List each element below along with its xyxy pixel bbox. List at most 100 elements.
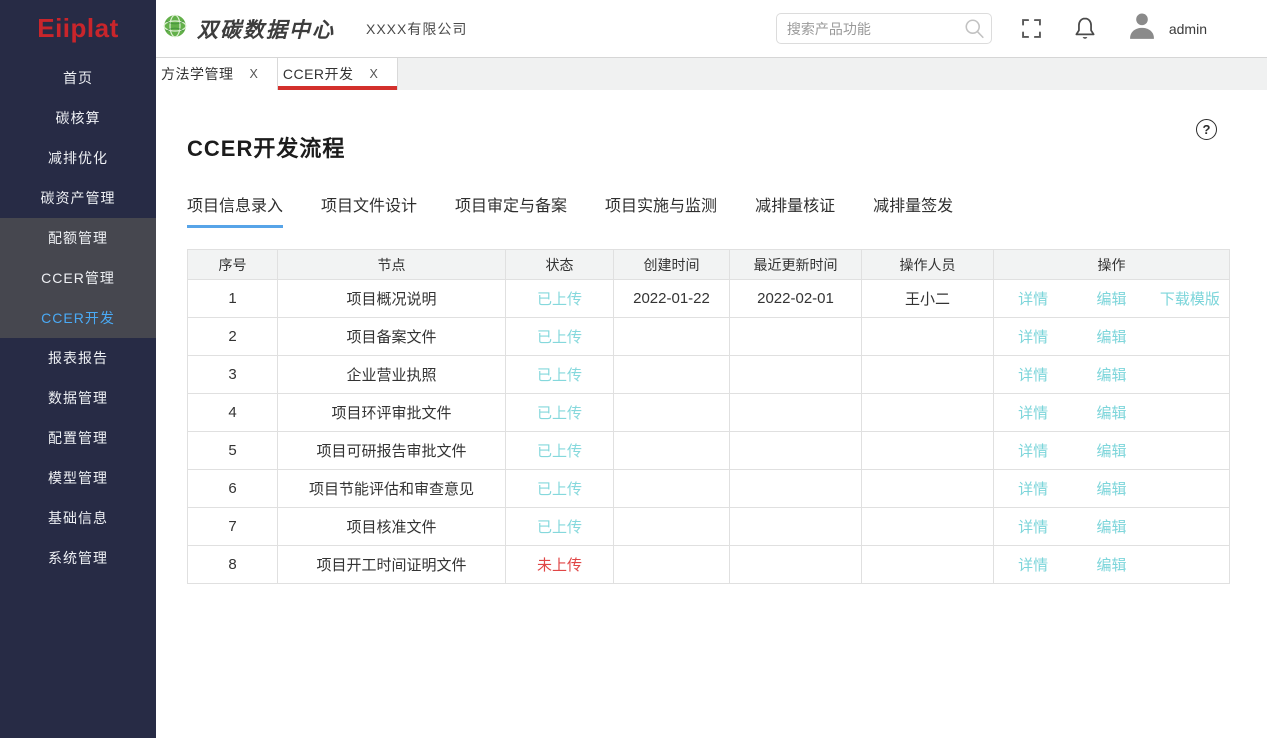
table-row: 2项目备案文件已上传详情编辑 [188,318,1230,356]
table-row: 6项目节能评估和审查意见已上传详情编辑 [188,470,1230,508]
action-edit[interactable]: 编辑 [1096,367,1126,384]
actions-grid: 详情 编辑 [994,364,1229,385]
cell-created [614,394,730,432]
action-edit[interactable]: 编辑 [1096,481,1126,498]
action-slot: 下载模版 [1151,288,1229,309]
actions-grid: 详情 编辑 [994,326,1229,347]
window-tab-methodology-management[interactable]: 方法学管理X [156,58,278,90]
cell-updated [730,508,862,546]
cell-actions: 详情 编辑 下载模版 [994,280,1230,318]
actions-grid: 详情 编辑 [994,440,1229,461]
column-header: 状态 [506,250,614,280]
cell-created [614,356,730,394]
action-edit[interactable]: 编辑 [1096,291,1126,308]
window-tab-strip: 方法学管理XCCER开发 X [156,57,1267,90]
status-badge: 已上传 [537,367,582,384]
action-slot: 编辑 [1072,326,1150,347]
process-tab-project-implementation-monitoring[interactable]: 项目实施与监测 [605,192,717,228]
action-detail[interactable]: 详情 [1018,443,1048,460]
process-tab-project-info-entry[interactable]: 项目信息录入 [187,192,283,228]
action-edit[interactable]: 编辑 [1096,443,1126,460]
sidebar: Eiiplat 首页碳核算减排优化碳资产管理配额管理CCER管理CCER开发报表… [0,0,156,738]
action-detail[interactable]: 详情 [1018,291,1048,308]
column-header: 操作 [994,250,1230,280]
action-edit[interactable]: 编辑 [1096,519,1126,536]
table-row: 8项目开工时间证明文件 未上传 详情 编辑 [188,546,1230,584]
cell-status: 已上传 [506,394,614,432]
sidebar-item-ccer-development[interactable]: CCER开发 [0,298,156,338]
fullscreen-icon[interactable] [1018,15,1045,42]
process-tab-project-document-design[interactable]: 项目文件设计 [321,192,417,228]
column-header: 最近更新时间 [730,250,862,280]
action-download-template[interactable]: 下载模版 [1160,291,1220,308]
cell-node: 项目开工时间证明文件 [278,546,506,584]
cell-node: 企业营业执照 [278,356,506,394]
cell-operator [862,470,994,508]
sidebar-item-ccer-management[interactable]: CCER管理 [0,258,156,298]
sidebar-item-model-management[interactable]: 模型管理 [0,458,156,498]
cell-node: 项目概况说明 [278,280,506,318]
cell-actions: 详情 编辑 [994,470,1230,508]
action-slot: 详情 [994,554,1072,575]
sidebar-item-basic-info[interactable]: 基础信息 [0,498,156,538]
sidebar-item-carbon-accounting[interactable]: 碳核算 [0,98,156,138]
sidebar-item-system-management[interactable]: 系统管理 [0,538,156,578]
cell-status: 已上传 [506,356,614,394]
action-slot: 详情 [994,288,1072,309]
topbar: 双碳数据中心 XXXX有限公司 [156,0,1267,57]
table-header-row: 序号节点状态创建时间最近更新时间操作人员操作 [188,250,1230,280]
process-tab-emission-reduction-issuance[interactable]: 减排量签发 [873,192,953,228]
cell-seq: 3 [188,356,278,394]
action-edit[interactable]: 编辑 [1096,405,1126,422]
cell-status: 未上传 [506,546,614,584]
sidebar-item-emission-reduction-optimization[interactable]: 减排优化 [0,138,156,178]
sidebar-item-reports[interactable]: 报表报告 [0,338,156,378]
cell-operator [862,546,994,584]
sidebar-item-config-management[interactable]: 配置管理 [0,418,156,458]
status-badge: 已上传 [537,443,582,460]
brand: 双碳数据中心 XXXX有限公司 [162,13,467,44]
process-tab-emission-reduction-verification[interactable]: 减排量核证 [755,192,835,228]
cell-created [614,432,730,470]
column-header: 创建时间 [614,250,730,280]
action-detail[interactable]: 详情 [1018,329,1048,346]
cell-seq: 8 [188,546,278,584]
sidebar-item-data-management[interactable]: 数据管理 [0,378,156,418]
table-body: 1项目概况说明已上传2022-01-222022-02-01王小二详情编辑下载模… [188,280,1230,584]
action-slot: 详情 [994,364,1072,385]
status-badge: 未上传 [537,557,582,574]
help-icon[interactable]: ? [1196,119,1217,140]
cell-updated [730,394,862,432]
cell-node: 项目核准文件 [278,508,506,546]
page-content: CCER开发流程 ? 项目信息录入项目文件设计项目审定与备案项目实施与监测减排量… [156,131,1267,584]
process-tab-project-review-filing[interactable]: 项目审定与备案 [455,192,567,228]
close-icon[interactable]: X [370,67,378,81]
action-slot: 详情 [994,440,1072,461]
action-detail[interactable]: 详情 [1018,405,1048,422]
search-input[interactable] [776,13,992,44]
main-area: 双碳数据中心 XXXX有限公司 [156,0,1267,738]
sidebar-item-carbon-asset-management[interactable]: 碳资产管理 [0,178,156,218]
user-menu[interactable]: admin [1125,9,1207,48]
action-edit[interactable]: 编辑 [1096,557,1126,574]
cell-updated [730,318,862,356]
sidebar-item-home[interactable]: 首页 [0,58,156,98]
action-detail[interactable]: 详情 [1018,481,1048,498]
sidebar-item-quota-management[interactable]: 配额管理 [0,218,156,258]
sidebar-nav: 首页碳核算减排优化碳资产管理配额管理CCER管理CCER开发报表报告数据管理配置… [0,58,156,578]
cell-created [614,470,730,508]
table-row: 1项目概况说明已上传2022-01-222022-02-01王小二详情编辑下载模… [188,280,1230,318]
cell-actions: 详情 编辑 [994,394,1230,432]
action-detail[interactable]: 详情 [1018,557,1048,574]
cell-updated [730,470,862,508]
action-slot: 编辑 [1072,554,1150,575]
action-edit[interactable]: 编辑 [1096,329,1126,346]
action-detail[interactable]: 详情 [1018,519,1048,536]
close-icon[interactable]: X [250,67,258,81]
window-tab-label: CCER开发 [283,64,354,84]
cell-seq: 4 [188,394,278,432]
window-tab-ccer-development[interactable]: CCER开发 X [278,58,398,90]
action-detail[interactable]: 详情 [1018,367,1048,384]
cell-status: 已上传 [506,280,614,318]
bell-icon[interactable] [1071,15,1099,43]
